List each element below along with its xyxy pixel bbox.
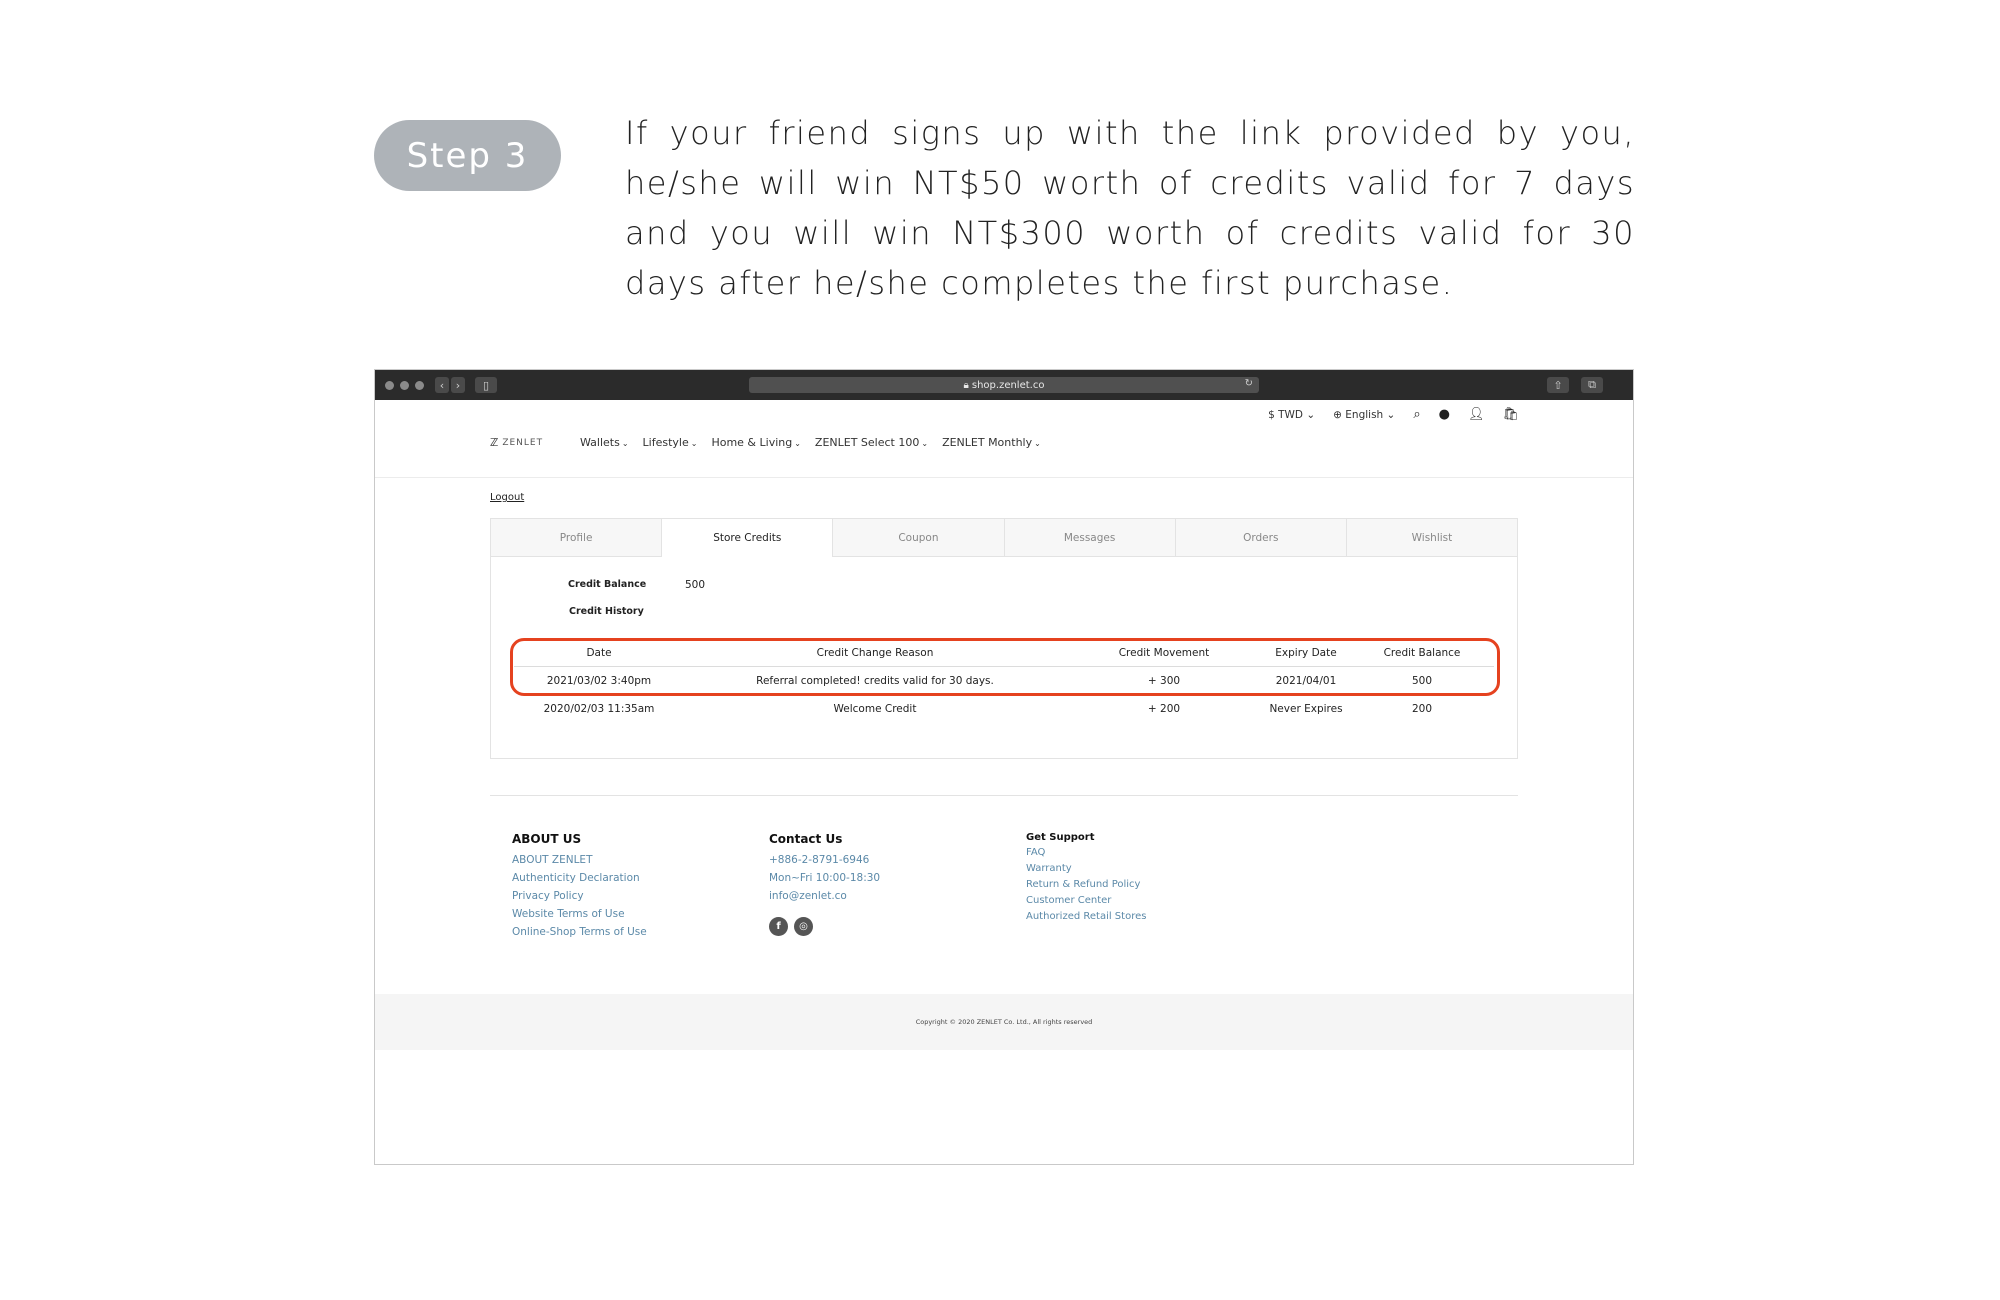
header-divider: [375, 477, 1633, 478]
tab-wishlist[interactable]: Wishlist: [1346, 519, 1518, 557]
footer-phone-link[interactable]: +886-2-8791-6946: [769, 851, 880, 869]
footer-contact-title: Contact Us: [769, 832, 843, 846]
nav-label: Lifestyle: [642, 436, 689, 449]
footer-support: Get Support FAQ Warranty Return & Refund…: [1026, 832, 1146, 925]
nav-item-wallets[interactable]: Wallets ⌄: [580, 436, 629, 449]
footer-link[interactable]: Privacy Policy: [512, 887, 647, 905]
footer-link[interactable]: Return & Refund Policy: [1026, 877, 1146, 893]
nav-item-home-living[interactable]: Home & Living ⌄: [711, 436, 800, 449]
nav-label: ZENLET Monthly: [942, 436, 1033, 449]
footer-about: ABOUT US ABOUT ZENLET Authenticity Decla…: [512, 832, 647, 941]
credit-balance-label: Credit Balance: [568, 579, 647, 590]
forward-icon[interactable]: ›: [451, 377, 465, 393]
cell-date: 2020/02/03 11:35am: [543, 703, 655, 715]
site-utility-bar: $ TWD ⌄ ⊕ English ⌄ ⌕ ● 👤︎ 🛍︎: [1268, 407, 1519, 422]
chevron-down-icon: ⌄: [794, 439, 801, 448]
chevron-down-icon: ⌄: [921, 439, 929, 448]
back-icon[interactable]: ‹: [435, 377, 449, 393]
address-bar[interactable]: 🔒︎ shop.zenlet.co ↻: [749, 377, 1259, 393]
chevron-down-icon: ⌄: [1034, 439, 1041, 448]
cell-expiry: Never Expires: [1269, 703, 1343, 715]
credit-balance-value: 500: [685, 579, 706, 591]
nav-label: Wallets: [580, 436, 620, 449]
footer-support-title: Get Support: [1026, 832, 1095, 843]
table-row: 2020/02/03 11:35am Welcome Credit + 200 …: [514, 695, 1494, 723]
nav-label: Home & Living: [711, 436, 793, 449]
facebook-icon[interactable]: f: [769, 917, 788, 936]
footer-link[interactable]: Online-Shop Terms of Use: [512, 923, 647, 941]
footer-contact: Contact Us +886-2-8791-6946 Mon~Fri 10:0…: [769, 832, 880, 936]
url-text: shop.zenlet.co: [971, 379, 1045, 391]
site-logo[interactable]: ℤ ZENLET: [490, 436, 543, 449]
language-selector[interactable]: ⊕ English ⌄: [1333, 409, 1395, 421]
footer-hours: Mon~Fri 10:00-18:30: [769, 872, 881, 884]
logo-text: ZENLET: [502, 437, 544, 448]
browser-window: ‹ › ▯ 🔒︎ shop.zenlet.co ↻ ⇧ ⧉ $ TWD ⌄ ⊕ …: [374, 369, 1634, 1165]
main-nav: Wallets ⌄ Lifestyle ⌄ Home & Living ⌄ ZENLE…: [580, 436, 1041, 449]
footer-link[interactable]: ABOUT ZENLET: [512, 851, 647, 869]
step-badge: Step 3: [374, 120, 561, 191]
chevron-down-icon: ⌄: [690, 439, 698, 448]
language-label: English: [1345, 408, 1384, 421]
nav-item-lifestyle[interactable]: Lifestyle ⌄: [643, 436, 698, 449]
cell-movement: + 200: [1147, 703, 1181, 715]
tab-store-credits[interactable]: Store Credits: [662, 519, 834, 557]
highlight-outline: [510, 638, 1500, 696]
footer-email-link[interactable]: info@zenlet.co: [769, 887, 880, 905]
maximize-window-button[interactable]: [415, 381, 424, 390]
copyright-text: Copyright © 2020 ZENLET Co. Ltd., All ri…: [375, 994, 1633, 1050]
share-icon[interactable]: ⇧: [1547, 377, 1569, 393]
social-links: f ◎: [769, 917, 880, 936]
tab-coupon[interactable]: Coupon: [833, 519, 1005, 557]
cart-icon[interactable]: 🛍︎: [1502, 407, 1519, 422]
chat-icon[interactable]: ●: [1439, 407, 1450, 422]
lock-icon: 🔒︎: [963, 379, 969, 391]
reload-icon[interactable]: ↻: [1245, 378, 1253, 389]
cell-reason: Welcome Credit: [833, 703, 917, 715]
footer-link[interactable]: Website Terms of Use: [512, 905, 647, 923]
tab-orders[interactable]: Orders: [1175, 519, 1347, 557]
tab-messages[interactable]: Messages: [1004, 519, 1176, 557]
minimize-window-button[interactable]: [400, 381, 409, 390]
currency-selector[interactable]: $ TWD ⌄: [1268, 409, 1315, 421]
window-controls: [385, 381, 424, 390]
logo-mark-icon: ℤ: [490, 436, 500, 449]
nav-item-monthly[interactable]: ZENLET Monthly ⌄: [942, 436, 1041, 449]
cell-balance: 200: [1411, 703, 1433, 715]
credit-history-label: Credit History: [569, 606, 644, 617]
globe-icon: ⊕: [1333, 408, 1342, 421]
search-icon[interactable]: ⌕: [1413, 407, 1420, 422]
chevron-down-icon: ⌄: [621, 439, 629, 448]
browser-titlebar: ‹ › ▯ 🔒︎ shop.zenlet.co ↻ ⇧ ⧉: [375, 370, 1633, 400]
close-window-button[interactable]: [385, 381, 394, 390]
logout-link[interactable]: Logout: [490, 492, 524, 503]
tabs-overview-icon[interactable]: ⧉: [1581, 377, 1603, 393]
instagram-icon[interactable]: ◎: [794, 917, 813, 936]
nav-label: ZENLET Select 100: [814, 436, 920, 449]
user-icon[interactable]: 👤︎: [1468, 407, 1485, 422]
account-tabs: Profile Store Credits Coupon Messages Or…: [491, 519, 1518, 557]
nav-item-select-100[interactable]: ZENLET Select 100 ⌄: [815, 436, 928, 449]
footer-about-title: ABOUT US: [512, 832, 582, 846]
footer-link[interactable]: Customer Center: [1026, 893, 1146, 909]
footer-divider: [490, 795, 1518, 796]
instruction-text: If your friend signs up with the link pr…: [625, 114, 1635, 302]
footer-link[interactable]: Authenticity Declaration: [512, 869, 647, 887]
footer-link[interactable]: FAQ: [1026, 845, 1146, 861]
tab-profile[interactable]: Profile: [491, 519, 663, 557]
sidebar-toggle-icon[interactable]: ▯: [475, 377, 497, 393]
currency-label: $ TWD: [1268, 408, 1303, 421]
footer-link[interactable]: Authorized Retail Stores: [1026, 909, 1146, 925]
footer-link[interactable]: Warranty: [1026, 861, 1146, 877]
